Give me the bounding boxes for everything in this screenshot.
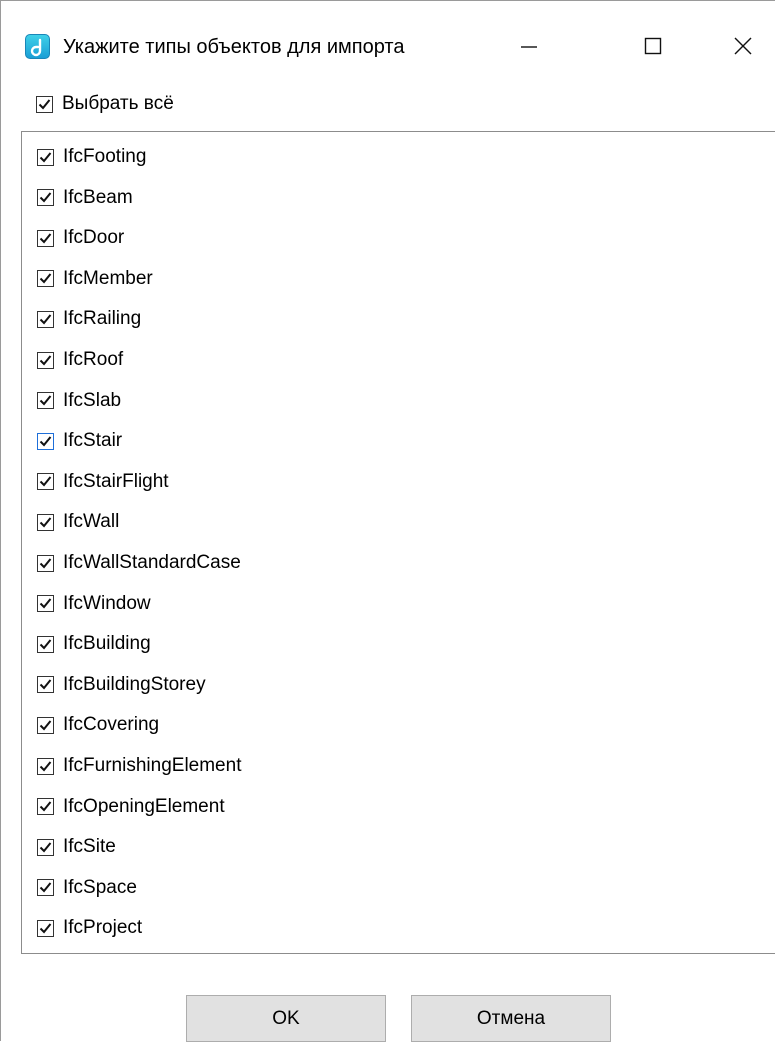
checkmark-icon <box>39 923 52 934</box>
checkmark-icon <box>39 639 52 650</box>
checkmark-icon <box>39 882 52 893</box>
ok-button[interactable]: OK <box>186 995 386 1042</box>
list-item[interactable]: IfcBuilding <box>37 629 151 659</box>
list-item[interactable]: IfcBeam <box>37 183 133 213</box>
checkmark-icon <box>39 598 52 609</box>
item-checkbox[interactable] <box>37 351 54 369</box>
list-item[interactable]: IfcWallStandardCase <box>37 548 241 578</box>
item-checkbox[interactable] <box>37 229 54 247</box>
title-bar[interactable]: Укажите типы объектов для импорта <box>1 1 775 63</box>
checkmark-icon <box>39 476 52 487</box>
list-item[interactable]: IfcMember <box>37 264 153 294</box>
list-item[interactable]: IfcWall <box>37 507 119 537</box>
checkmark-icon <box>39 517 52 528</box>
list-item[interactable]: IfcStair <box>37 426 122 456</box>
minimize-icon <box>521 46 537 48</box>
checkmark-icon <box>39 436 52 447</box>
checkmark-icon <box>38 98 51 109</box>
checkmark-icon <box>39 801 52 812</box>
list-item[interactable]: IfcStairFlight <box>37 467 169 497</box>
item-label: IfcSpace <box>63 876 137 898</box>
list-item[interactable]: IfcRailing <box>37 304 141 334</box>
list-item[interactable]: IfcFurnishingElement <box>37 751 241 781</box>
item-label: IfcFooting <box>63 146 147 167</box>
list-item[interactable]: IfcOpeningElement <box>37 792 225 822</box>
item-label: IfcMember <box>63 267 153 289</box>
list-item[interactable]: IfcSite <box>37 832 116 862</box>
item-checkbox[interactable] <box>37 838 54 856</box>
checkmark-icon <box>39 192 52 203</box>
item-label: IfcWall <box>63 511 120 533</box>
item-checkbox[interactable] <box>37 392 54 410</box>
maximize-button[interactable] <box>625 25 681 67</box>
item-label: IfcBuildingStorey <box>63 673 206 695</box>
item-checkbox[interactable] <box>37 919 54 937</box>
item-checkbox[interactable] <box>37 879 54 897</box>
minimize-button[interactable] <box>501 25 557 67</box>
item-checkbox[interactable] <box>37 595 54 613</box>
checkmark-icon <box>39 314 52 325</box>
checkmark-icon <box>39 557 52 568</box>
item-label: IfcWallStandardCase <box>63 552 241 573</box>
select-all-label: Выбрать всё <box>62 93 174 114</box>
checkmark-icon <box>39 720 52 731</box>
checkmark-icon <box>39 395 52 406</box>
checkmark-icon <box>39 679 52 690</box>
import-types-dialog: Укажите типы объектов для импорта Выбрат… <box>0 0 775 1042</box>
checkmark-icon <box>39 151 52 162</box>
item-label: IfcDoor <box>63 227 125 249</box>
item-checkbox[interactable] <box>37 676 54 694</box>
list-item[interactable]: IfcSpace <box>37 873 137 903</box>
item-label: IfcSlab <box>63 389 122 411</box>
item-label: IfcBeam <box>63 186 133 208</box>
list-item[interactable]: IfcFooting <box>37 142 146 172</box>
cancel-button[interactable]: Отмена <box>411 995 611 1042</box>
checkmark-icon <box>39 233 52 244</box>
item-checkbox[interactable] <box>37 432 54 450</box>
list-item[interactable]: IfcCovering <box>37 710 159 740</box>
select-all-checkbox[interactable] <box>36 95 53 113</box>
item-label: IfcProject <box>63 917 143 939</box>
object-type-list[interactable]: IfcFooting IfcBeam IfcDoor IfcMember IfcRail… <box>21 131 775 954</box>
item-checkbox[interactable] <box>37 716 54 734</box>
list-item[interactable]: IfcBuildingStorey <box>37 670 206 700</box>
item-label: IfcRailing <box>63 308 142 330</box>
list-item[interactable]: IfcDoor <box>37 223 124 253</box>
item-label: IfcSite <box>63 836 116 858</box>
item-checkbox[interactable] <box>37 635 54 653</box>
item-label: IfcCovering <box>63 714 160 736</box>
item-checkbox[interactable] <box>37 270 54 288</box>
close-icon <box>734 37 752 55</box>
checkmark-icon <box>39 354 52 365</box>
item-label: IfcRoof <box>63 349 124 370</box>
checkmark-icon <box>39 842 52 853</box>
item-checkbox[interactable] <box>37 798 54 816</box>
item-checkbox[interactable] <box>37 148 54 166</box>
app-logo-icon <box>25 34 50 59</box>
window-title: Укажите типы объектов для импорта <box>63 36 405 58</box>
item-checkbox[interactable] <box>37 189 54 207</box>
list-item[interactable]: IfcRoof <box>37 345 123 375</box>
item-label: IfcFurnishingElement <box>63 755 242 776</box>
item-label: IfcWindow <box>63 592 151 614</box>
item-checkbox[interactable] <box>37 310 54 328</box>
item-label: IfcOpeningElement <box>63 795 225 817</box>
list-item[interactable]: IfcWindow <box>37 589 151 619</box>
list-item[interactable]: IfcSlab <box>37 386 121 416</box>
close-button[interactable] <box>715 25 771 67</box>
item-checkbox[interactable] <box>37 757 54 775</box>
item-label: IfcBuilding <box>63 633 151 655</box>
checkmark-icon <box>39 760 52 771</box>
maximize-icon <box>644 37 662 55</box>
select-all-checkbox-row[interactable]: Выбрать всё <box>36 91 174 117</box>
item-label: IfcStairFlight <box>63 470 169 492</box>
item-label: IfcStair <box>63 430 123 452</box>
item-checkbox[interactable] <box>37 554 54 572</box>
checkmark-icon <box>39 273 52 284</box>
item-checkbox[interactable] <box>37 473 54 491</box>
list-item[interactable]: IfcProject <box>37 913 142 943</box>
item-checkbox[interactable] <box>37 513 54 531</box>
